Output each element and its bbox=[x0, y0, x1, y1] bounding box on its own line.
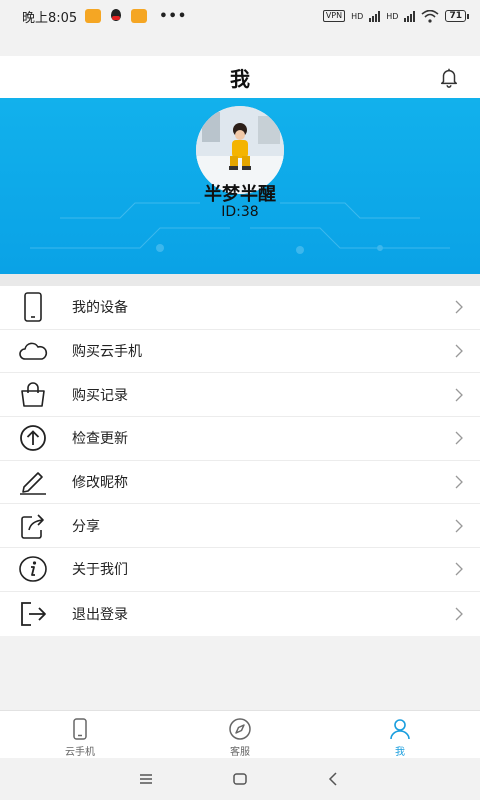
status-time: 晚上8:05 bbox=[22, 10, 78, 26]
menu-item-about-us[interactable]: 关于我们 bbox=[0, 548, 480, 592]
arrow-up-circle-icon bbox=[18, 423, 48, 453]
hd-label-2: HD bbox=[386, 11, 399, 21]
wifi-icon bbox=[421, 9, 439, 23]
chevron-right-icon bbox=[455, 388, 463, 402]
bottom-nav: 云手机 客服 我 bbox=[0, 710, 480, 758]
settings-menu: 我的设备 购买云手机 购买记录 检查更新 修改昵称 分享 关于我们 退出登录 bbox=[0, 286, 480, 636]
user-icon bbox=[390, 719, 410, 740]
status-bar: 晚上8:05 ••• VPN HD HD 71 bbox=[0, 0, 480, 32]
info-icon bbox=[18, 554, 48, 584]
chevron-right-icon bbox=[455, 607, 463, 621]
tab-cloud-phone[interactable]: 云手机 bbox=[0, 711, 160, 758]
page-title: 我 bbox=[230, 66, 250, 91]
chevron-right-icon bbox=[455, 344, 463, 358]
chevron-right-icon bbox=[455, 475, 463, 489]
tab-label: 我 bbox=[395, 747, 405, 758]
message-notification-icon-2 bbox=[131, 9, 148, 23]
menu-item-label: 检查更新 bbox=[72, 431, 128, 448]
section-gap bbox=[0, 274, 480, 286]
menu-item-label: 购买记录 bbox=[72, 387, 128, 404]
battery-icon: 71 bbox=[445, 10, 469, 22]
chevron-right-icon bbox=[455, 563, 463, 576]
chevron-right-icon bbox=[455, 300, 463, 314]
menu-item-my-devices[interactable]: 我的设备 bbox=[0, 286, 480, 330]
share-icon bbox=[18, 511, 48, 541]
signal-icon bbox=[369, 10, 381, 22]
user-nickname: 半梦半醒 bbox=[204, 184, 276, 205]
menu-item-label: 我的设备 bbox=[72, 300, 128, 317]
more-notifications-icon: ••• bbox=[159, 8, 188, 24]
menu-item-edit-nickname[interactable]: 修改昵称 bbox=[0, 461, 480, 505]
hd-label-1: HD bbox=[351, 11, 364, 21]
tab-me[interactable]: 我 bbox=[320, 711, 480, 758]
profile-header: 半梦半醒 ID:38 bbox=[0, 98, 480, 274]
back-icon[interactable] bbox=[326, 771, 342, 787]
menu-item-logout[interactable]: 退出登录 bbox=[0, 592, 480, 636]
edit-icon bbox=[18, 467, 48, 497]
bell-icon[interactable] bbox=[438, 66, 460, 88]
menu-item-label: 退出登录 bbox=[72, 606, 128, 623]
menu-item-purchase-records[interactable]: 购买记录 bbox=[0, 373, 480, 418]
qq-notification-icon bbox=[109, 9, 123, 23]
compass-icon bbox=[229, 718, 251, 740]
vpn-badge: VPN bbox=[322, 10, 346, 22]
phone-icon bbox=[73, 718, 87, 740]
phone-icon bbox=[18, 292, 48, 323]
chevron-right-icon bbox=[455, 519, 463, 533]
home-icon[interactable] bbox=[232, 771, 248, 787]
title-bar: 我 bbox=[0, 56, 480, 98]
signal-icon-2 bbox=[404, 10, 416, 22]
menu-item-share[interactable]: 分享 bbox=[0, 504, 480, 549]
menu-item-label: 分享 bbox=[72, 518, 100, 535]
menu-item-label: 购买云手机 bbox=[72, 344, 142, 361]
user-id: ID:38 bbox=[221, 204, 259, 220]
menu-icon[interactable] bbox=[138, 771, 154, 787]
menu-item-check-update[interactable]: 检查更新 bbox=[0, 417, 480, 461]
tab-label: 云手机 bbox=[65, 747, 95, 758]
system-nav-bar bbox=[0, 758, 480, 800]
menu-item-buy-cloud-phone[interactable]: 购买云手机 bbox=[0, 330, 480, 374]
menu-item-label: 修改昵称 bbox=[72, 475, 128, 492]
cloud-icon bbox=[18, 336, 48, 366]
tab-customer-service[interactable]: 客服 bbox=[160, 711, 320, 758]
logout-icon bbox=[18, 599, 48, 629]
shopping-bag-icon bbox=[18, 380, 48, 410]
tab-label: 客服 bbox=[230, 747, 250, 758]
message-notification-icon bbox=[85, 9, 102, 23]
chevron-right-icon bbox=[455, 431, 463, 445]
menu-item-label: 关于我们 bbox=[72, 562, 128, 579]
